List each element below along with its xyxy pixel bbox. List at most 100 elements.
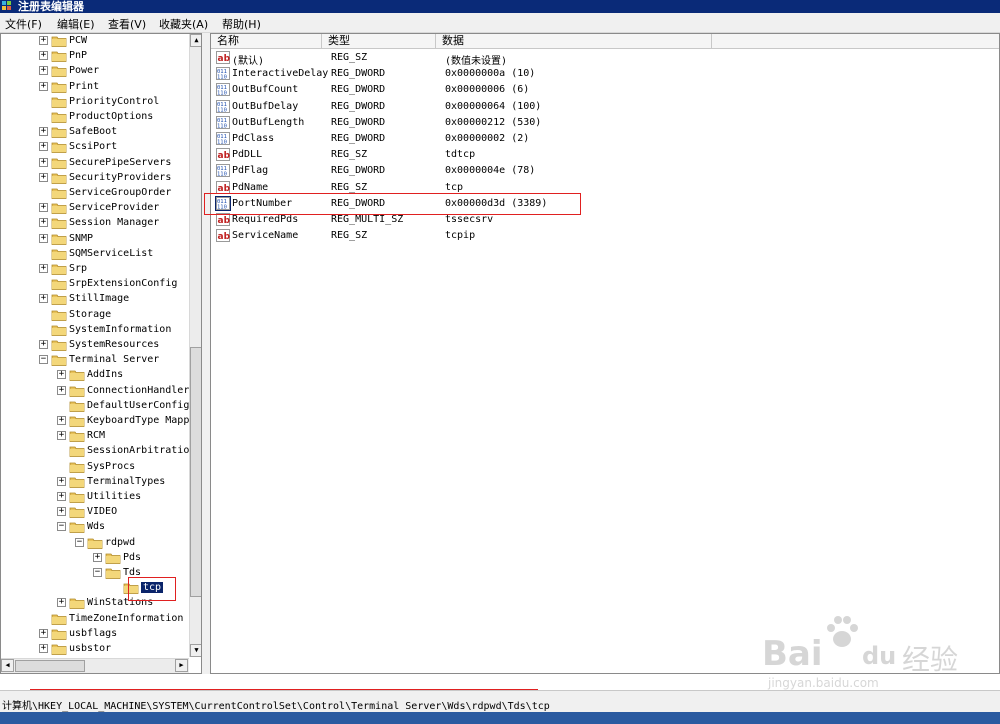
tree-item[interactable]: + VIDEO	[1, 505, 189, 520]
tree-item-label: SQMServiceList	[69, 247, 154, 259]
tree-item[interactable]: + Print	[1, 80, 189, 95]
value-row[interactable]: 011 110 InteractiveDelay REG_DWORD 0x0000000…	[211, 66, 999, 82]
tree-item[interactable]: ServiceGroupOrder	[1, 186, 189, 201]
collapse-icon[interactable]: −	[93, 568, 102, 577]
column-header-data[interactable]: 数据	[436, 34, 712, 48]
tree-item[interactable]: + ConnectionHandler	[1, 384, 189, 399]
expand-icon[interactable]: +	[39, 264, 48, 273]
folder-icon	[69, 385, 85, 397]
expand-icon[interactable]: +	[39, 157, 48, 167]
expand-icon[interactable]: +	[39, 81, 48, 91]
column-header-name[interactable]: 名称	[211, 34, 322, 48]
tree-item[interactable]: + StillImage	[1, 292, 189, 307]
tree-item[interactable]: + SecurePipeServers	[1, 156, 189, 171]
collapse-icon[interactable]: −	[75, 537, 84, 547]
menu-file[interactable]: 文件(F)	[5, 16, 42, 32]
tree-vertical-scrollbar[interactable]: ▲ ▼	[189, 34, 201, 657]
tree-item[interactable]: Storage	[1, 308, 189, 323]
menu-help[interactable]: 帮助(H)	[222, 16, 261, 32]
tree-item[interactable]: SessionArbitratio	[1, 444, 189, 459]
tree-item[interactable]: + usbstor	[1, 642, 189, 657]
value-row[interactable]: ab ServiceName REG_SZ tcpip	[211, 228, 999, 244]
tree-item[interactable]: − Terminal Server	[1, 353, 189, 368]
collapse-icon[interactable]: −	[39, 355, 48, 365]
tree-item[interactable]: PriorityControl	[1, 95, 189, 110]
tree-hscroll-thumb[interactable]	[15, 660, 85, 672]
tree-item[interactable]: SystemInformation	[1, 323, 189, 338]
tree-item[interactable]: + RCM	[1, 429, 189, 444]
tree-item[interactable]: TimeZoneInformation	[1, 612, 189, 627]
value-row[interactable]: 011 110 PdClass REG_DWORD 0x00000002 (2)	[211, 131, 999, 147]
tree-item[interactable]: + AddIns	[1, 368, 189, 383]
expand-icon[interactable]: +	[39, 172, 48, 182]
expand-icon[interactable]: +	[39, 218, 48, 228]
expand-icon[interactable]: +	[39, 233, 48, 243]
expand-icon[interactable]: +	[39, 66, 48, 76]
menu-view[interactable]: 查看(V)	[108, 16, 146, 32]
expand-icon[interactable]: +	[93, 552, 102, 562]
expand-icon[interactable]: +	[57, 598, 66, 608]
tree-item[interactable]: SysProcs	[1, 460, 189, 475]
tree-item[interactable]: + Power	[1, 64, 189, 79]
tree-item[interactable]: + SecurityProviders	[1, 171, 189, 186]
expand-icon[interactable]: +	[39, 294, 48, 304]
tree-item[interactable]: SQMServiceList	[1, 247, 189, 262]
tree-item[interactable]: − Wds	[1, 520, 189, 535]
collapse-icon[interactable]: −	[57, 522, 66, 532]
tree-item[interactable]: + Utilities	[1, 490, 189, 505]
tree-item[interactable]: DefaultUserConfig	[1, 399, 189, 414]
tree-item[interactable]: + SystemResources	[1, 338, 189, 353]
expand-icon[interactable]: +	[57, 492, 66, 501]
tree-item[interactable]: + PCW	[1, 34, 189, 49]
expand-icon[interactable]: +	[39, 142, 48, 152]
tree-item[interactable]: + ScsiPort	[1, 140, 189, 155]
expand-icon[interactable]: +	[39, 628, 48, 638]
menu-edit[interactable]: 编辑(E)	[57, 16, 95, 32]
expand-icon[interactable]: +	[57, 431, 66, 441]
pane-splitter[interactable]	[202, 33, 210, 674]
value-row[interactable]: ab PdDLL REG_SZ tdtcp	[211, 147, 999, 163]
value-row[interactable]: 011 110 PdFlag REG_DWORD 0x0000004e (78)	[211, 163, 999, 179]
tree-item[interactable]: + SafeBoot	[1, 125, 189, 140]
expand-icon[interactable]: +	[57, 370, 66, 380]
tree-item[interactable]: + SNMP	[1, 232, 189, 247]
column-header-type[interactable]: 类型	[322, 34, 436, 48]
scroll-left-arrow-icon[interactable]: ◀	[1, 659, 14, 672]
expand-icon[interactable]: +	[57, 476, 66, 486]
tree-item-label: Session Manager	[69, 217, 160, 229]
expand-icon[interactable]: +	[39, 340, 48, 349]
tree-item[interactable]: + Session Manager	[1, 216, 189, 231]
tree-item[interactable]: + usbflags	[1, 627, 189, 642]
tree-item[interactable]: + TerminalTypes	[1, 475, 189, 490]
value-row[interactable]: 011 110 OutBufCount REG_DWORD 0x00000006 (6)	[211, 82, 999, 98]
values-list-pane[interactable]: 名称 类型 数据 ab (默认) REG_SZ (数值未设置) 011 110 Intera…	[210, 33, 1000, 674]
expand-icon[interactable]: +	[39, 644, 48, 653]
tree-scroll-thumb[interactable]	[190, 347, 201, 597]
tree-item[interactable]: ProductOptions	[1, 110, 189, 125]
value-row[interactable]: 011 110 OutBufLength REG_DWORD 0x00000212 (5…	[211, 115, 999, 131]
tree-item[interactable]: − rdpwd	[1, 536, 189, 551]
expand-icon[interactable]: +	[39, 36, 48, 45]
expand-icon[interactable]: +	[39, 203, 48, 213]
expand-icon[interactable]: +	[57, 385, 66, 395]
expand-icon[interactable]: +	[39, 51, 48, 61]
expand-icon[interactable]: +	[39, 127, 48, 137]
tree-horizontal-scrollbar[interactable]: ◀ ▶	[1, 658, 189, 673]
value-type: REG_SZ	[331, 181, 368, 193]
scroll-up-arrow-icon[interactable]: ▲	[190, 34, 201, 47]
folder-icon	[51, 217, 67, 230]
expand-icon[interactable]: +	[57, 507, 66, 517]
menu-favorites[interactable]: 收藏夹(A)	[159, 16, 208, 32]
value-row[interactable]: 011 110 OutBufDelay REG_DWORD 0x00000064 (10…	[211, 99, 999, 115]
tree-item[interactable]: + KeyboardType Mapp	[1, 414, 189, 429]
tree-item[interactable]: + Srp	[1, 262, 189, 277]
tree-item[interactable]: SrpExtensionConfig	[1, 277, 189, 292]
tree-item[interactable]: + PnP	[1, 49, 189, 64]
tree-item[interactable]: + ServiceProvider	[1, 201, 189, 216]
tree-item[interactable]: + Pds	[1, 551, 189, 566]
scroll-down-arrow-icon[interactable]: ▼	[190, 644, 201, 657]
value-data: 0x00000002 (2)	[445, 133, 530, 144]
value-row[interactable]: ab (默认) REG_SZ (数值未设置)	[211, 50, 999, 67]
expand-icon[interactable]: +	[57, 416, 66, 425]
scroll-right-arrow-icon[interactable]: ▶	[175, 659, 188, 672]
